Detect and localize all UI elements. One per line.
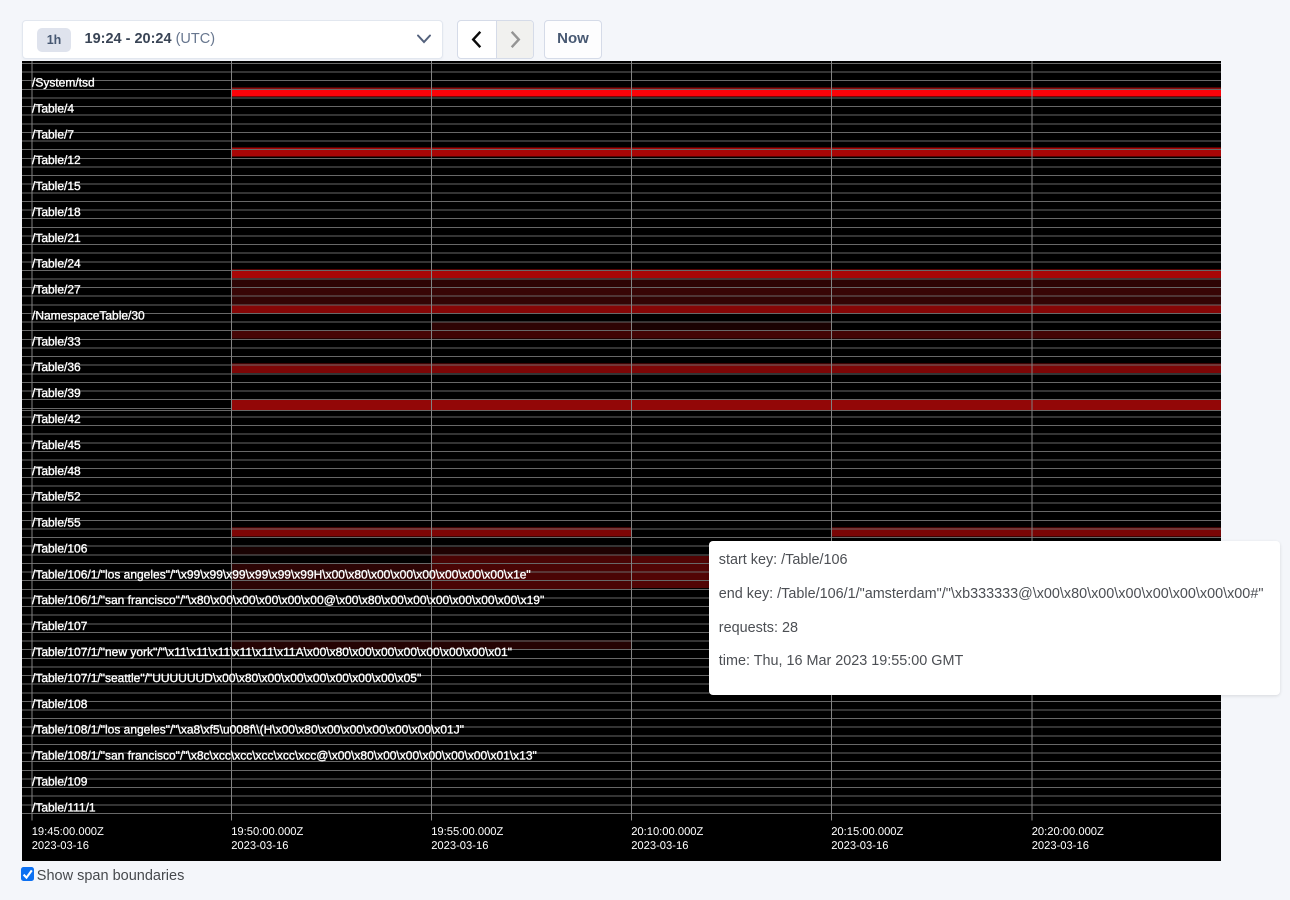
svg-text:/Table/12: /Table/12 bbox=[32, 153, 81, 167]
svg-text:/Table/106: /Table/106 bbox=[32, 541, 88, 555]
svg-text:/Table/39: /Table/39 bbox=[32, 386, 81, 400]
svg-text:/Table/107/1/"seattle"/"UUUUUU: /Table/107/1/"seattle"/"UUUUUUD\x00\x80\… bbox=[32, 671, 421, 685]
svg-text:2023-03-16: 2023-03-16 bbox=[1032, 840, 1089, 852]
svg-text:/NamespaceTable/30: /NamespaceTable/30 bbox=[32, 309, 145, 323]
svg-text:/Table/108/1/"san francisco"/": /Table/108/1/"san francisco"/"\x8c\xcc\x… bbox=[32, 749, 537, 763]
svg-text:/Table/4: /Table/4 bbox=[32, 101, 74, 115]
svg-text:/Table/33: /Table/33 bbox=[32, 334, 81, 348]
svg-text:2023-03-16: 2023-03-16 bbox=[431, 840, 488, 852]
svg-text:/Table/106/1/"san francisco"/": /Table/106/1/"san francisco"/"\x80\x00\x… bbox=[32, 593, 544, 607]
svg-text:20:10:00.000Z: 20:10:00.000Z bbox=[631, 826, 703, 838]
svg-text:/Table/107/1/"new york"/"\x11\: /Table/107/1/"new york"/"\x11\x11\x11\x1… bbox=[32, 645, 512, 659]
svg-text:2023-03-16: 2023-03-16 bbox=[231, 840, 288, 852]
svg-text:19:50:00.000Z: 19:50:00.000Z bbox=[231, 826, 303, 838]
svg-text:/Table/55: /Table/55 bbox=[32, 516, 81, 530]
svg-text:/Table/27: /Table/27 bbox=[32, 283, 81, 297]
svg-text:/Table/18: /Table/18 bbox=[32, 205, 81, 219]
svg-text:/Table/36: /Table/36 bbox=[32, 360, 81, 374]
svg-text:/Table/111/1: /Table/111/1 bbox=[32, 800, 96, 814]
svg-text:/System/tsd: /System/tsd bbox=[32, 76, 95, 90]
svg-text:20:20:00.000Z: 20:20:00.000Z bbox=[1032, 826, 1104, 838]
svg-text:/Table/15: /Table/15 bbox=[32, 179, 81, 193]
svg-text:/Table/7: /Table/7 bbox=[32, 127, 74, 141]
svg-text:19:55:00.000Z: 19:55:00.000Z bbox=[431, 826, 503, 838]
svg-text:/Table/109: /Table/109 bbox=[32, 774, 88, 788]
svg-text:/Table/108/1/"los angeles"/"\x: /Table/108/1/"los angeles"/"\xa8\xf5\u00… bbox=[32, 723, 464, 737]
svg-text:20:15:00.000Z: 20:15:00.000Z bbox=[831, 826, 903, 838]
svg-text:/Table/107: /Table/107 bbox=[32, 619, 88, 633]
svg-text:2023-03-16: 2023-03-16 bbox=[631, 840, 688, 852]
svg-text:/Table/21: /Table/21 bbox=[32, 231, 81, 245]
svg-text:/Table/52: /Table/52 bbox=[32, 490, 81, 504]
svg-text:/Table/108: /Table/108 bbox=[32, 697, 88, 711]
svg-text:2023-03-16: 2023-03-16 bbox=[831, 840, 888, 852]
svg-text:/Table/24: /Table/24 bbox=[32, 257, 81, 271]
svg-text:/Table/45: /Table/45 bbox=[32, 438, 81, 452]
svg-text:2023-03-16: 2023-03-16 bbox=[32, 840, 89, 852]
svg-text:/Table/42: /Table/42 bbox=[32, 412, 81, 426]
svg-text:/Table/106/1/"los angeles"/"\x: /Table/106/1/"los angeles"/"\x99\x99\x99… bbox=[32, 567, 531, 581]
svg-text:/Table/48: /Table/48 bbox=[32, 464, 81, 478]
svg-text:19:45:00.000Z: 19:45:00.000Z bbox=[32, 826, 104, 838]
